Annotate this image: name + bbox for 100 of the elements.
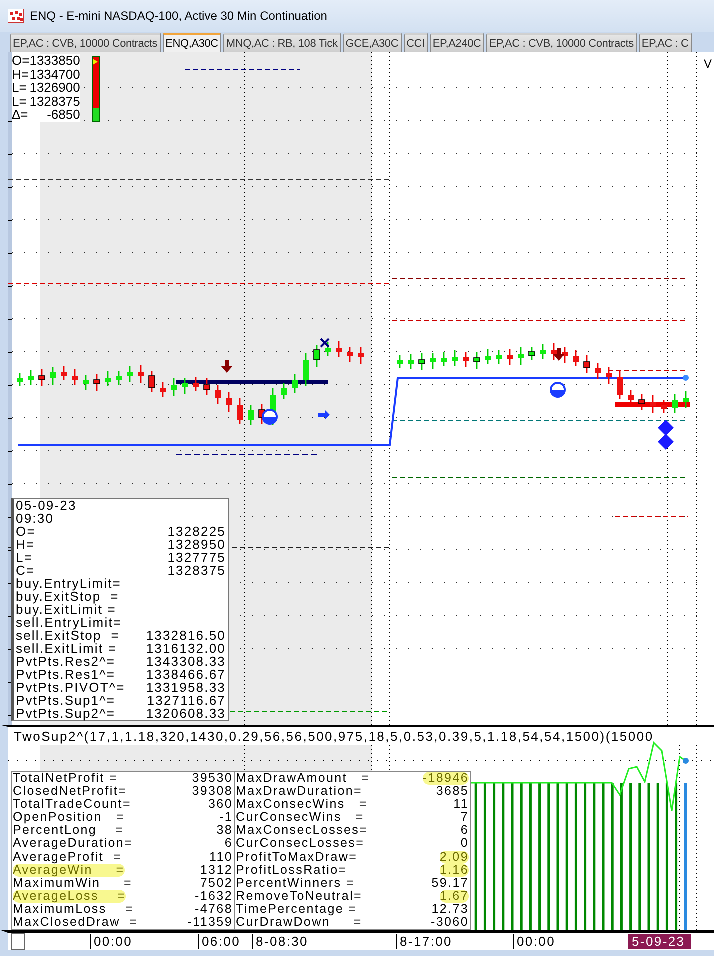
chart-tab[interactable]: CCI [404, 33, 428, 52]
field-label: C= [16, 564, 36, 577]
bar-time: 09:30 [16, 512, 56, 525]
field-value: 1320608.33 [146, 707, 226, 720]
field-label: sell.EntryLimit= [16, 616, 122, 629]
field-label: buy.ExitLimit = [16, 603, 116, 616]
stat-value: 2.09 [440, 850, 469, 864]
legend-value: 1328375 [30, 94, 80, 108]
stat-label: PercentWinners = [236, 876, 355, 890]
field-label: H= [16, 538, 36, 551]
legend-value: -6850 [46, 108, 80, 122]
stat-label: TotalTradeCount= [13, 798, 132, 812]
stat-value: 39530 [192, 772, 233, 786]
field-label: L= [16, 551, 34, 564]
stat-label: ClosedNetProfit= [13, 785, 128, 798]
stat-value: 110 [209, 850, 233, 864]
dot-marker [683, 375, 689, 381]
stat-label: MaxClosedDraw = [13, 916, 138, 930]
time-label: 8-17:00 [396, 934, 452, 949]
diamond-icon [658, 420, 674, 436]
field-value: 1331958.33 [146, 681, 226, 694]
date-marker: 5-09-23 [628, 934, 692, 949]
stat-value: 59.17 [432, 876, 469, 890]
stat-value: 360 [208, 798, 233, 812]
stat-value: -18946 [422, 772, 469, 786]
stat-label: AverageDuration= [13, 837, 134, 851]
half-circle-icon [262, 409, 278, 425]
stat-label: PercentLong = [13, 824, 124, 838]
stat-label: MaximumWin = [13, 876, 133, 890]
stat-label: MaxConsecWins = [236, 798, 368, 812]
field-value: 1327116.67 [147, 694, 226, 707]
stat-value: 1312 [200, 864, 233, 877]
chart-tab[interactable]: EP,AC : C [638, 33, 692, 52]
down-arrow-icon [553, 348, 565, 361]
time-label: 06:00 [198, 934, 241, 949]
chart-tab[interactable]: EP,A240C [430, 33, 484, 52]
field-value: 1332816.50 [146, 629, 226, 642]
stat-label: AverageWin = [13, 864, 125, 877]
chart-tab[interactable]: EP,AC : CVB, 10000 Contracts [10, 33, 161, 52]
stat-value: -11359 [188, 916, 233, 930]
chart-tab[interactable]: ENQ,A30C [162, 33, 222, 52]
legend-label: L= [12, 81, 28, 94]
stat-label: MaxDrawAmount = [236, 772, 370, 786]
field-value: 1327775 [168, 551, 226, 564]
stat-value: -1632 [195, 890, 233, 903]
stat-value: 39308 [192, 785, 233, 798]
chart-tab[interactable]: EP,AC : CVB, 10000 Contracts [486, 33, 637, 52]
stat-label: AverageProfit = [13, 850, 122, 864]
app-icon [8, 9, 24, 23]
stat-value: -3060 [431, 916, 469, 930]
stat-label: CurConsecLosses= [236, 837, 365, 851]
chart-tab[interactable]: GCE,A30C [342, 33, 402, 52]
stat-value: -4768 [195, 902, 233, 916]
stat-label: MaximumLoss = [13, 902, 134, 916]
stat-label: AverageLoss = [13, 890, 126, 903]
down-arrow-icon [221, 360, 233, 373]
field-label: PvtPts.Res2^= [16, 655, 116, 668]
stat-value: 7502 [200, 876, 233, 890]
stat-label: MaxConsecLosses= [236, 824, 368, 838]
field-value: 1328950 [168, 538, 226, 551]
right-arrow-icon [318, 410, 330, 420]
stat-value: 1.67 [440, 890, 469, 903]
stat-label: RemoveToNeutral= [236, 890, 363, 903]
stat-value: 1.16 [440, 864, 469, 877]
field-value: 1316132.00 [146, 642, 226, 655]
stat-value: 3685 [436, 785, 469, 798]
stat-value: 6 [224, 837, 233, 851]
time-label: 8-08:30 [252, 934, 308, 949]
field-label: PvtPts.Sup2^= [16, 707, 116, 720]
field-value: 1328375 [168, 564, 226, 577]
dot-marker [683, 758, 689, 764]
field-label: buy.ExitStop = [16, 590, 120, 603]
stat-label: TimePercentage = [236, 902, 358, 916]
stat-value: 6 [460, 824, 469, 838]
legend-label: L= [12, 94, 28, 108]
window-title: ENQ - E-mini NASDAQ-100, Active 30 Min Continuation [30, 9, 328, 23]
legend-label: Δ= [12, 108, 30, 122]
chart-tab[interactable]: MNQ,AC : RB, 108 Tick [223, 33, 341, 52]
stat-label: ProfitLossRatio= [236, 864, 348, 877]
field-value: 1338466.67 [146, 668, 226, 681]
field-label: buy.EntryLimit= [16, 577, 122, 590]
stat-value: -1 [219, 811, 233, 824]
field-label: PvtPts.PIVOT^= [16, 681, 126, 694]
stat-label: TotalNetProfit = [13, 772, 118, 786]
scroll-box[interactable] [11, 933, 25, 950]
stat-label: CurDrawDown = [236, 916, 362, 930]
stat-value: 0 [460, 837, 469, 851]
stat-label: ProfitToMaxDraw= [236, 850, 358, 864]
legend-value: 1334700 [30, 68, 80, 81]
field-label: sell.ExitStop = [16, 629, 120, 642]
field-label: PvtPts.Res1^= [16, 668, 116, 681]
diamond-icon [658, 434, 674, 450]
stat-label: MaxDrawDuration= [236, 785, 363, 798]
stat-value: 7 [460, 811, 469, 824]
price-range-bar-icon [92, 56, 100, 122]
legend-label: O= [12, 54, 30, 68]
stat-value: 38 [216, 824, 233, 838]
edge-label: V [704, 57, 712, 71]
field-label: sell.ExitLimit = [16, 642, 118, 655]
stat-label: CurConsecWins = [236, 811, 364, 824]
